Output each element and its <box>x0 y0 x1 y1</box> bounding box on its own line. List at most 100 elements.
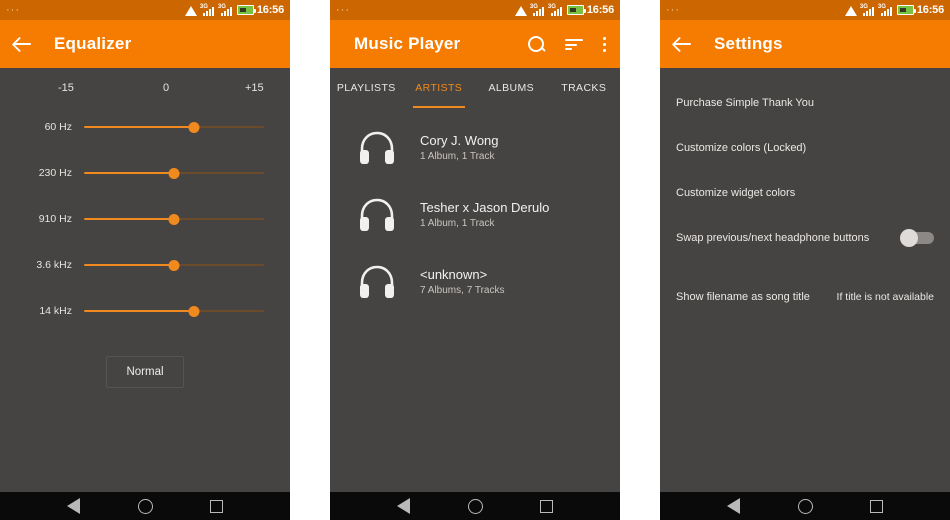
nav-home-icon[interactable] <box>467 498 483 514</box>
nav-home-icon[interactable] <box>797 498 813 514</box>
band-label: 230 Hz <box>38 167 72 179</box>
band-slider[interactable] <box>84 256 264 274</box>
artist-meta: 1 Album, 1 Track <box>420 218 495 229</box>
artist-name: Cory J. Wong <box>420 133 499 148</box>
headphones-icon <box>354 195 400 235</box>
wifi-icon <box>844 5 858 16</box>
arrow-back-icon[interactable] <box>672 33 694 55</box>
list-item[interactable]: Tesher x Jason Derulo 1 Album, 1 Track <box>330 181 620 248</box>
search-icon[interactable] <box>527 35 546 54</box>
settings-item-value: If title is not available <box>836 290 934 303</box>
status-bar: ··· 3G 3G 16:56 <box>0 0 290 20</box>
page-title: Settings <box>714 34 783 53</box>
nav-back-icon[interactable] <box>726 498 741 514</box>
artist-name: <unknown> <box>420 267 488 282</box>
wifi-icon <box>184 5 198 16</box>
network-type-label: 3G <box>529 3 538 10</box>
list-item-text: <unknown> 7 Albums, 7 Tracks <box>420 267 504 296</box>
tab-bar: PLAYLISTS ARTISTS ALBUMS TRACKS <box>330 68 621 109</box>
settings-item-widget-colors[interactable]: Customize widget colors <box>660 170 950 215</box>
status-bar-right: 3G 3G 16:56 <box>184 4 284 16</box>
wifi-icon <box>514 5 528 16</box>
equalizer-scale: -15 0 +15 <box>0 68 290 98</box>
app-bar-settings: Settings <box>660 20 950 68</box>
music-player-content: PLAYLISTS ARTISTS ALBUMS TRACKS Cory J. … <box>330 68 620 492</box>
preset-button-row: Normal <box>0 356 290 388</box>
status-notification-dots: ··· <box>6 4 20 16</box>
band-label: 60 Hz <box>44 121 72 133</box>
equalizer-band-row: 60 Hz <box>0 104 290 150</box>
tab-albums[interactable]: ALBUMS <box>475 68 548 108</box>
slider-thumb[interactable] <box>168 167 180 179</box>
settings-list: Purchase Simple Thank You Customize colo… <box>660 80 950 319</box>
settings-item-customize-colors[interactable]: Customize colors (Locked) <box>660 125 950 170</box>
signal-icon: 3G <box>547 3 564 16</box>
signal-icon: 3G <box>860 4 876 16</box>
settings-item-label: Customize colors (Locked) <box>676 141 807 154</box>
signal-icon: 3G <box>529 3 546 16</box>
settings-item-label: Customize widget colors <box>676 186 796 199</box>
nav-back-icon[interactable] <box>396 498 411 514</box>
page-title: Equalizer <box>54 34 132 53</box>
app-bar-music-player: Music Player <box>330 20 620 68</box>
band-slider[interactable] <box>84 164 264 182</box>
signal-icon: 3G <box>218 4 234 16</box>
network-type-label: 3G <box>547 3 556 10</box>
list-item-text: Tesher x Jason Derulo 1 Album, 1 Track <box>420 200 549 229</box>
settings-item-purchase[interactable]: Purchase Simple Thank You <box>660 80 950 125</box>
nav-recents-icon[interactable] <box>870 499 884 513</box>
status-clock: 16:56 <box>586 4 614 16</box>
slider-thumb[interactable] <box>168 259 180 271</box>
equalizer-band-row: 3.6 kHz <box>0 242 290 288</box>
list-item-text: Cory J. Wong 1 Album, 1 Track <box>420 133 499 162</box>
slider-thumb[interactable] <box>188 121 200 133</box>
tab-artists[interactable]: ARTISTS <box>403 68 476 109</box>
tab-playlists[interactable]: PLAYLISTS <box>330 68 403 108</box>
status-clock: 16:56 <box>256 4 284 16</box>
band-label: 910 Hz <box>38 213 72 225</box>
tab-tracks[interactable]: TRACKS <box>548 68 621 108</box>
headphones-icon <box>354 128 400 168</box>
settings-item-label: Purchase Simple Thank You <box>676 96 814 109</box>
band-slider[interactable] <box>84 302 264 320</box>
list-item[interactable]: Cory J. Wong 1 Album, 1 Track <box>330 114 620 181</box>
list-item[interactable]: <unknown> 7 Albums, 7 Tracks <box>330 248 620 315</box>
status-bar-right: 3G 3G 16:56 <box>514 3 614 16</box>
phone-screen-equalizer: ··· 3G 3G 16:56 Equalizer -15 0 +15 60 H… <box>0 0 290 520</box>
artist-name: Tesher x Jason Derulo <box>420 200 550 215</box>
status-notification-dots: ··· <box>666 4 680 16</box>
band-slider[interactable] <box>84 118 264 136</box>
nav-home-icon[interactable] <box>137 498 153 514</box>
nav-back-icon[interactable] <box>66 498 81 514</box>
settings-content: Purchase Simple Thank You Customize colo… <box>660 80 950 504</box>
settings-item-label: Swap previous/next headphone buttons <box>676 231 870 244</box>
overflow-menu-icon[interactable] <box>603 35 608 54</box>
scale-min-label: -15 <box>58 82 74 94</box>
status-bar: ··· 3G 3G 16:56 <box>660 0 950 20</box>
swap-headphone-toggle[interactable] <box>900 228 934 247</box>
settings-item-show-filename[interactable]: Show filename as song title If title is … <box>660 274 950 319</box>
sort-icon[interactable] <box>565 37 584 51</box>
arrow-back-icon[interactable] <box>12 33 34 55</box>
artist-list: Cory J. Wong 1 Album, 1 Track Tesher x J… <box>330 108 620 315</box>
band-slider[interactable] <box>84 210 264 228</box>
battery-icon <box>896 5 917 15</box>
equalizer-band-row: 230 Hz <box>0 150 290 196</box>
slider-thumb[interactable] <box>188 305 200 317</box>
slider-thumb[interactable] <box>168 213 180 225</box>
battery-icon <box>236 5 257 15</box>
band-label: 3.6 kHz <box>36 259 72 271</box>
settings-item-swap-headphone-buttons[interactable]: Swap previous/next headphone buttons <box>660 215 950 260</box>
phone-screen-settings: ··· 3G 3G 16:56 Settings Purchase Simple… <box>660 0 950 520</box>
nav-recents-icon[interactable] <box>210 499 224 513</box>
system-nav-bar <box>330 492 620 520</box>
scale-mid-label: 0 <box>163 82 170 94</box>
battery-icon <box>566 5 587 15</box>
system-nav-bar <box>660 492 950 520</box>
network-type-label: 3G <box>877 3 886 10</box>
artist-meta: 7 Albums, 7 Tracks <box>420 285 505 296</box>
scale-max-label: +15 <box>245 82 264 94</box>
settings-item-label: Show filename as song title <box>676 290 810 303</box>
nav-recents-icon[interactable] <box>540 499 554 513</box>
preset-normal-button[interactable]: Normal <box>106 356 184 388</box>
